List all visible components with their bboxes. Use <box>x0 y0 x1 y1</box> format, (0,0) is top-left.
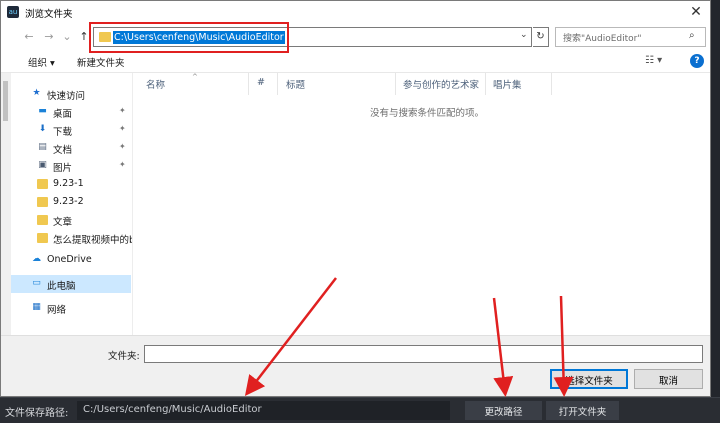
file-list[interactable]: ^ 名称 # 标题 参与创作的艺术家 唱片集 没有与搜索条件匹配的项。 <box>133 73 710 341</box>
column-divider[interactable] <box>248 73 249 95</box>
folder-field-label: 文件夹: <box>108 351 140 362</box>
sidebar-item-quick-access[interactable]: ★ 快速访问 <box>11 85 131 103</box>
sidebar-item-folder-extract-video[interactable]: 怎么提取视频中的b <box>11 229 133 247</box>
back-arrow-icon[interactable]: ← <box>21 29 37 45</box>
desktop-icon: ▬ <box>38 106 47 116</box>
help-icon[interactable]: ? <box>690 54 704 68</box>
save-path-field[interactable]: C:/Users/cenfeng/Music/AudioEditor <box>77 401 450 420</box>
open-folder-button[interactable]: 打开文件夹 <box>546 401 619 420</box>
folder-icon <box>37 215 48 225</box>
organize-menu[interactable]: 组织 ▾ <box>28 55 55 69</box>
close-icon[interactable]: ✕ <box>687 3 705 21</box>
column-divider[interactable] <box>395 73 396 95</box>
sidebar-item-onedrive[interactable]: ☁ OneDrive <box>11 251 131 269</box>
folder-icon <box>37 197 48 207</box>
dialog-title: 浏览文件夹 <box>25 9 73 20</box>
select-folder-button[interactable]: 选择文件夹 <box>550 369 628 389</box>
sidebar-item-this-pc[interactable]: ▭ 此电脑 <box>11 275 131 293</box>
cancel-button[interactable]: 取消 <box>634 369 703 389</box>
forward-arrow-icon[interactable]: → <box>41 29 57 45</box>
column-divider[interactable] <box>277 73 278 95</box>
new-folder-button[interactable]: 新建文件夹 <box>77 55 125 69</box>
computer-icon: ▭ <box>32 278 41 288</box>
column-divider[interactable] <box>485 73 486 95</box>
folder-input[interactable] <box>144 345 703 363</box>
column-header-title[interactable]: 标题 <box>286 77 305 91</box>
sidebar-item-folder-9-23-2[interactable]: 9.23-2 <box>11 193 131 211</box>
sidebar-item-label: OneDrive <box>47 254 92 265</box>
sidebar-item-label: 下载 <box>53 127 73 138</box>
app-window-edge <box>711 0 720 423</box>
sidebar-item-label: 9.23-2 <box>53 196 84 207</box>
folder-icon <box>37 233 48 243</box>
column-header-number[interactable]: # <box>257 77 265 88</box>
sidebar-item-label: 文章 <box>53 217 73 228</box>
sidebar-item-folder-9-23-1[interactable]: 9.23-1 <box>11 175 131 193</box>
folder-icon <box>37 179 48 189</box>
sort-ascending-icon: ^ <box>192 73 198 81</box>
pin-icon: ✦ <box>119 142 126 151</box>
app-save-path-bar: 文件保存路径: C:/Users/cenfeng/Music/AudioEdit… <box>0 397 720 423</box>
sidebar-scroll-thumb[interactable] <box>3 81 8 121</box>
sidebar-item-documents[interactable]: ▤ 文档 ✦ <box>11 139 131 157</box>
cloud-icon: ☁ <box>32 254 41 264</box>
column-divider[interactable] <box>551 73 552 95</box>
sidebar-item-label: 文档 <box>53 145 73 156</box>
search-input[interactable]: 搜索"AudioEditor" ⌕ <box>555 27 706 47</box>
sidebar-item-downloads[interactable]: ⬇ 下载 ✦ <box>11 121 131 139</box>
picture-icon: ▣ <box>38 160 47 170</box>
sidebar-item-label: 9.23-1 <box>53 178 84 189</box>
sidebar-item-desktop[interactable]: ▬ 桌面 ✦ <box>11 103 131 121</box>
history-chevron-icon[interactable]: ⌄ <box>59 29 75 45</box>
column-header-album[interactable]: 唱片集 <box>493 77 522 91</box>
sidebar-item-label: 怎么提取视频中的b <box>53 235 133 246</box>
chevron-down-icon[interactable]: ⌄ <box>520 30 528 40</box>
sidebar-item-pictures[interactable]: ▣ 图片 ✦ <box>11 157 131 175</box>
browse-folder-dialog: au 浏览文件夹 ✕ ← → ⌄ ↑ C:\Users\cenfeng\Musi… <box>0 0 711 397</box>
pin-icon: ✦ <box>119 106 126 115</box>
refresh-icon[interactable]: ↻ <box>533 27 549 47</box>
sidebar-item-folder-articles[interactable]: 文章 <box>11 211 131 229</box>
sidebar-item-label: 网络 <box>47 305 67 316</box>
download-icon: ⬇ <box>38 124 47 134</box>
empty-results-message: 没有与搜索条件匹配的项。 <box>370 108 485 119</box>
sidebar-item-label: 快速访问 <box>47 91 86 102</box>
app-logo-icon: au <box>7 6 19 18</box>
search-icon[interactable]: ⌕ <box>689 30 695 41</box>
network-icon: ▦ <box>32 302 41 312</box>
star-icon: ★ <box>32 88 41 98</box>
search-placeholder: 搜索"AudioEditor" <box>563 34 642 44</box>
dialog-footer: 文件夹: 选择文件夹 取消 <box>1 335 710 396</box>
command-toolbar: 组织 ▾ 新建文件夹 ☷ ▾ ? <box>1 51 710 73</box>
save-path-label: 文件保存路径: <box>5 408 69 419</box>
sidebar-item-label: 图片 <box>53 163 73 174</box>
pin-icon: ✦ <box>119 124 126 133</box>
column-header-artist[interactable]: 参与创作的艺术家 <box>403 77 479 91</box>
dialog-titlebar: au 浏览文件夹 ✕ <box>1 1 710 23</box>
view-options-icon[interactable]: ☷ ▾ <box>645 55 662 66</box>
navigation-pane: ★ 快速访问 ▬ 桌面 ✦ ⬇ 下载 ✦ ▤ 文档 ✦ ▣ 图片 ✦ 9.23-… <box>11 73 133 341</box>
sidebar-item-network[interactable]: ▦ 网络 <box>11 299 131 317</box>
sidebar-item-label: 此电脑 <box>47 281 76 292</box>
change-path-button[interactable]: 更改路径 <box>465 401 542 420</box>
sidebar-item-label: 桌面 <box>53 109 73 120</box>
column-header-name[interactable]: 名称 <box>146 77 165 91</box>
document-icon: ▤ <box>38 142 47 152</box>
annotation-highlight-box <box>89 22 289 53</box>
sidebar-scrollbar[interactable] <box>1 73 11 341</box>
pin-icon: ✦ <box>119 160 126 169</box>
